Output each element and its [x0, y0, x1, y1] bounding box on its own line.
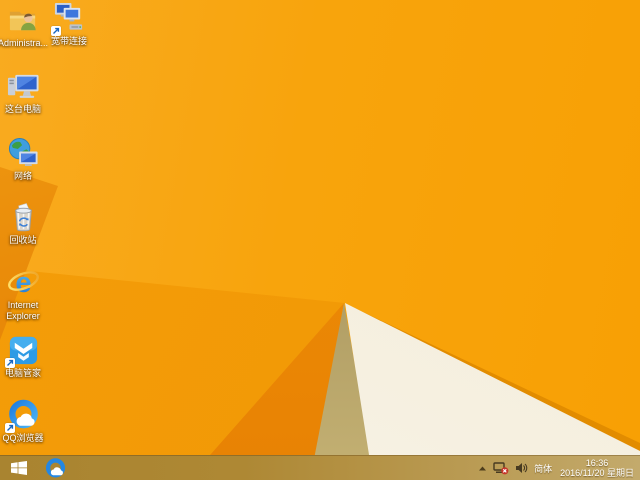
this-pc-icon [7, 70, 40, 103]
wallpaper-facet-dark-triangle [188, 303, 344, 480]
wallpaper-fold-line [344, 303, 640, 453]
desktop-background[interactable]: Administra... 宽带连接 这台电脑 网络 回收站 e Interne… [0, 0, 640, 480]
clock-time: 16:36 [585, 458, 609, 468]
wallpaper-facet-tan-triangle [310, 303, 375, 480]
wallpaper-facet-bottom-left [0, 268, 345, 480]
pc-manager-icon [4, 334, 40, 368]
volume-button[interactable] [515, 456, 528, 480]
recycle-bin-icon [7, 201, 40, 234]
icon-label: 网络 [13, 171, 32, 181]
network-status-button[interactable] [493, 456, 509, 480]
icon-label: 电脑管家 [4, 368, 41, 378]
taskbar: 简体 16:36 2016/11/20 星期日 [0, 455, 640, 480]
chevron-up-icon [479, 466, 487, 470]
broadband-connection-icon [50, 2, 86, 36]
desktop-icon-pc-manager[interactable]: 电脑管家 [0, 334, 51, 379]
internet-explorer-icon: e [7, 266, 40, 299]
desktop-icon-this-pc[interactable]: 这台电脑 [0, 70, 51, 115]
desktop-icon-internet-explorer[interactable]: e Internet Explorer [0, 266, 51, 322]
icon-label: 回收站 [9, 235, 37, 245]
system-tray: 简体 16:36 2016/11/20 星期日 [478, 456, 640, 480]
shortcut-arrow-icon [4, 358, 15, 368]
taskbar-qq-browser-button[interactable] [38, 456, 72, 480]
clock[interactable]: 16:36 2016/11/20 星期日 [558, 458, 636, 478]
speaker-icon [516, 463, 528, 473]
qq-browser-icon [45, 457, 65, 477]
icon-label: QQ浏览器 [2, 433, 44, 443]
wallpaper-facet-cream-triangle [345, 303, 640, 480]
desktop-icon-recycle-bin[interactable]: 回收站 [0, 201, 51, 246]
shortcut-arrow-icon [4, 423, 15, 433]
qq-browser-icon [4, 399, 40, 433]
desktop-icon-network[interactable]: 网络 [0, 137, 51, 182]
icon-label: Internet Explorer [6, 300, 40, 321]
icon-label: 宽带连接 [50, 36, 87, 46]
desktop-icon-qq-browser[interactable]: QQ浏览器 [0, 399, 51, 444]
start-button[interactable] [0, 456, 38, 480]
wallpaper-base [0, 0, 640, 480]
wallpaper-facet-left-wedge [0, 167, 58, 340]
clock-date: 2016/11/20 星期日 [560, 468, 634, 478]
windows-logo-icon [11, 461, 27, 475]
network-disconnected-icon [493, 461, 509, 474]
administrator-folder-icon [7, 4, 40, 37]
input-method-indicator[interactable]: 简体 [534, 456, 552, 480]
show-hidden-icons-button[interactable] [478, 456, 487, 480]
network-icon [7, 137, 40, 170]
desktop-icon-broadband[interactable]: 宽带连接 [41, 2, 97, 47]
shortcut-arrow-icon [50, 26, 61, 36]
icon-label: 这台电脑 [4, 104, 41, 114]
